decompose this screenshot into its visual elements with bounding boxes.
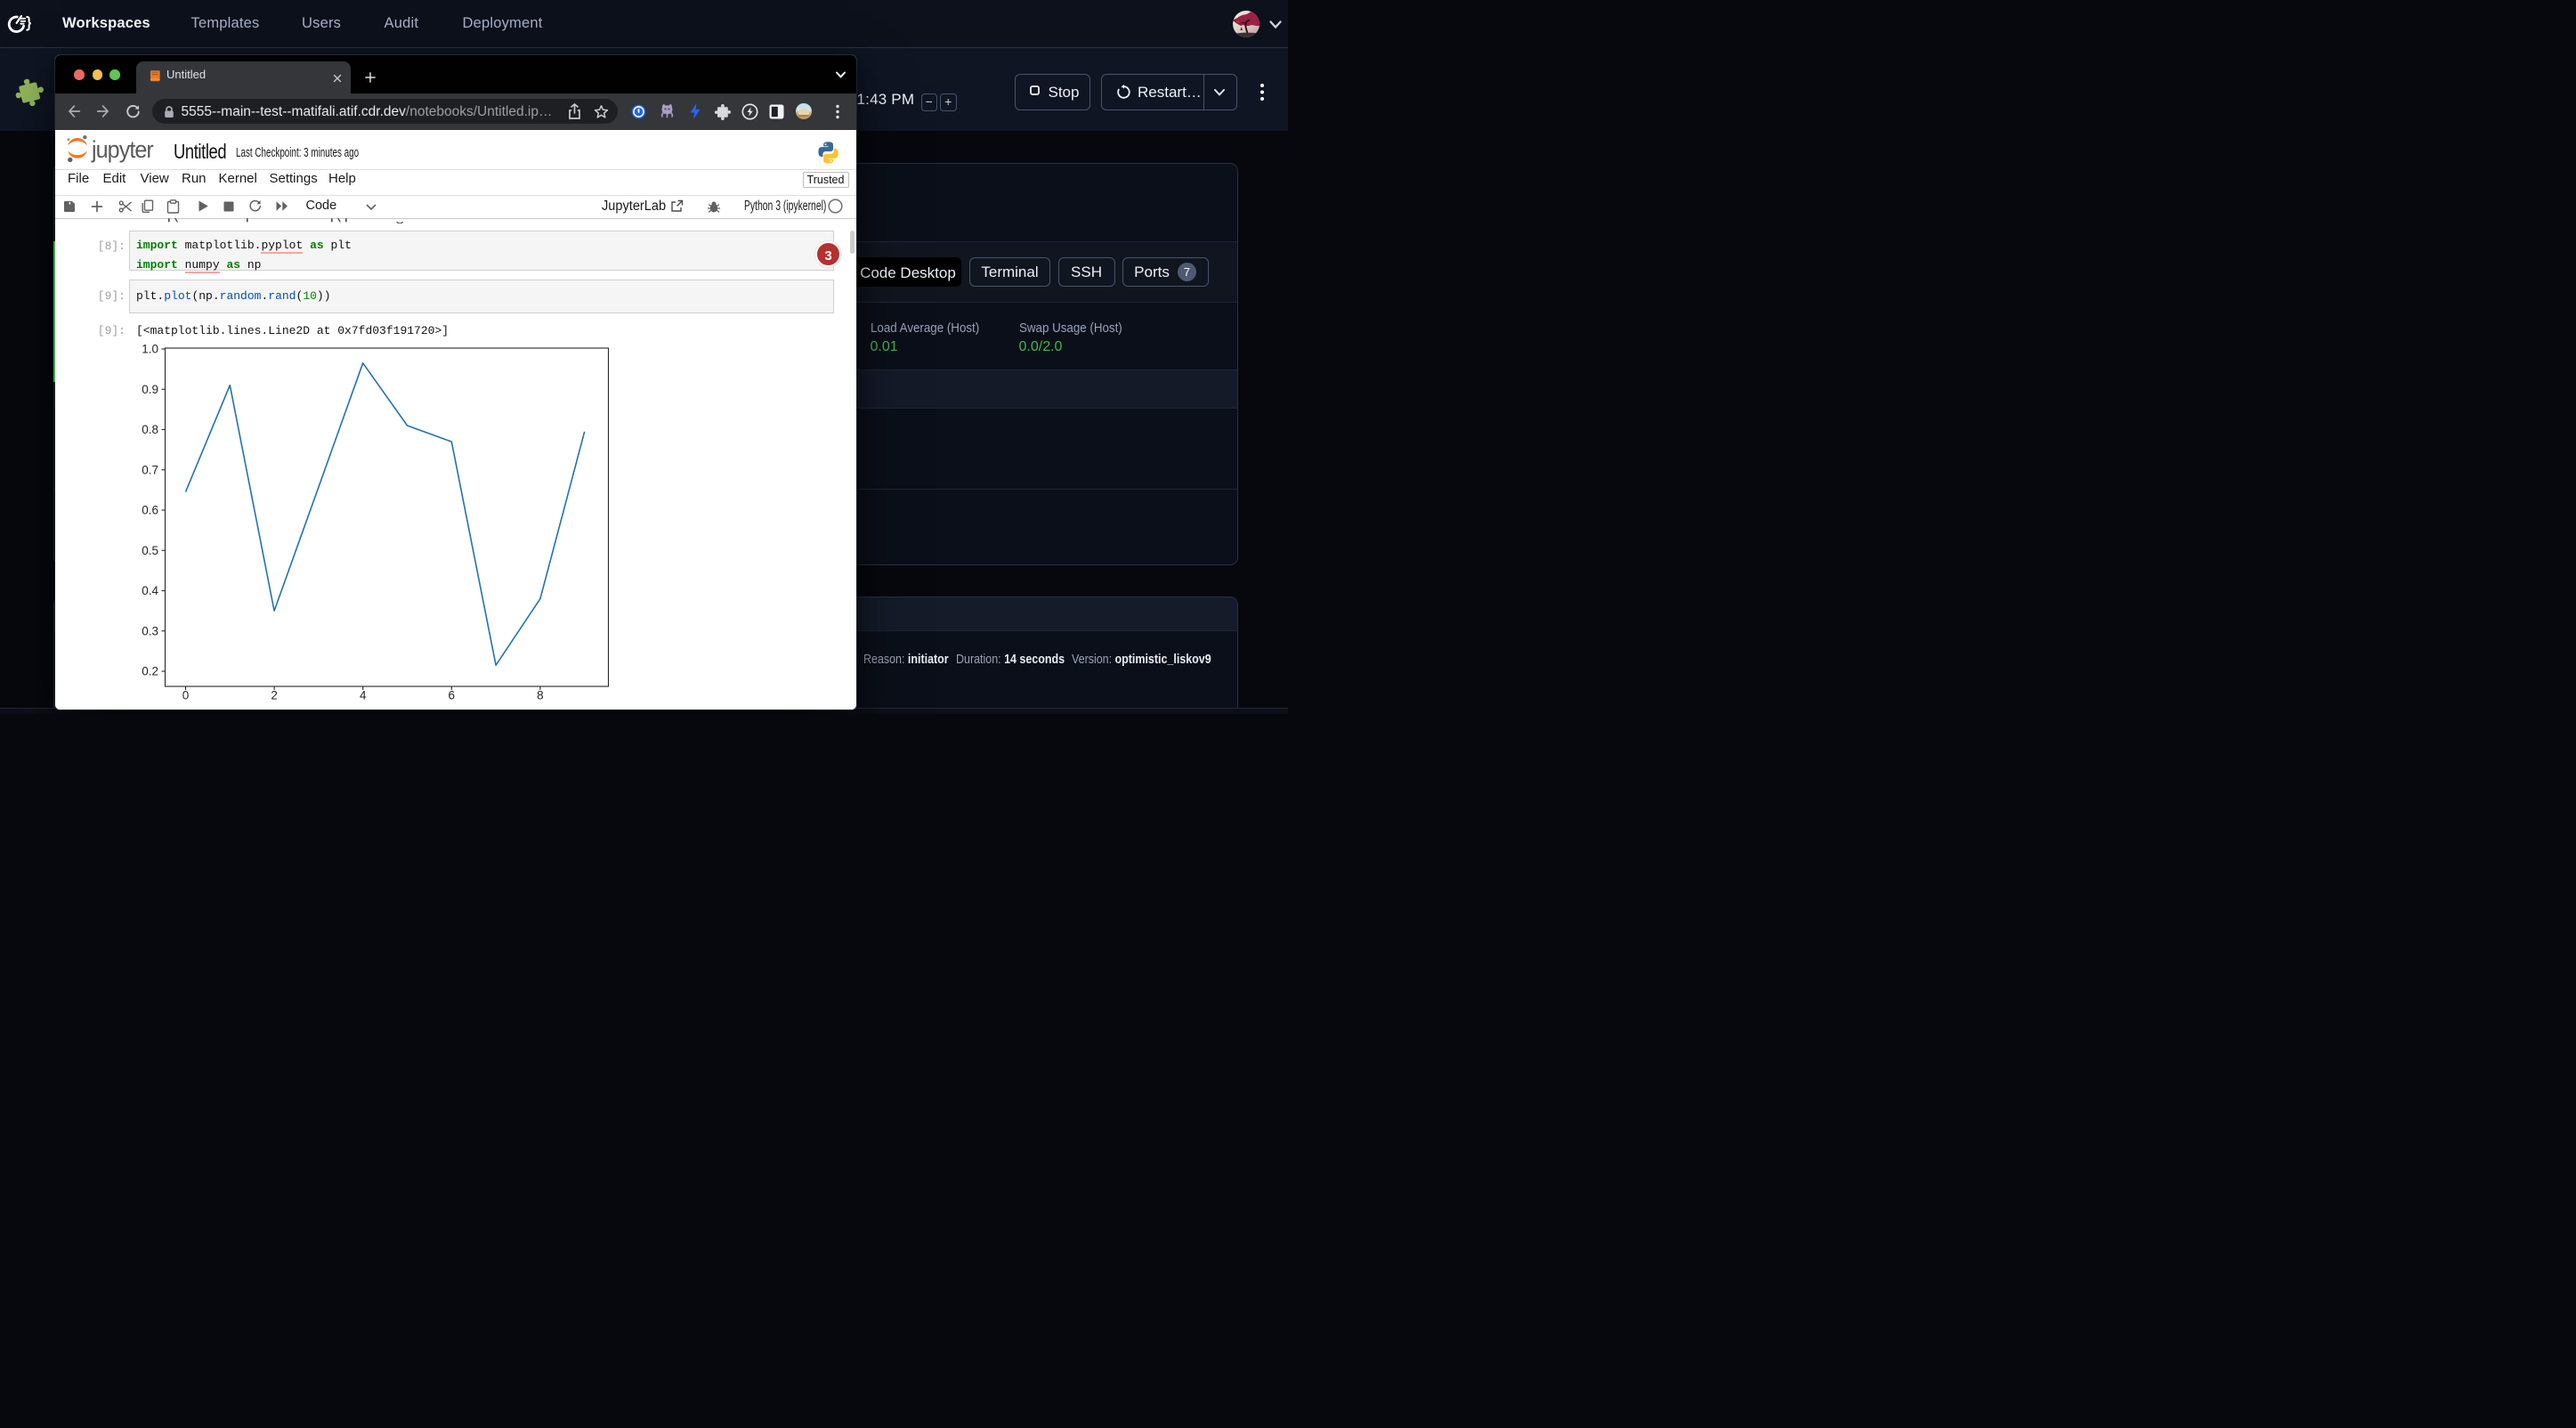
svg-text:0.6: 0.6 xyxy=(142,503,158,516)
svg-text:6: 6 xyxy=(449,688,456,702)
svg-text:0.7: 0.7 xyxy=(142,463,158,476)
svg-text:1.0: 1.0 xyxy=(142,344,158,356)
svg-text:0.2: 0.2 xyxy=(142,664,158,677)
svg-text:4: 4 xyxy=(360,688,367,702)
svg-text:0.3: 0.3 xyxy=(142,624,158,637)
svg-text:8: 8 xyxy=(537,688,544,702)
svg-text:0.9: 0.9 xyxy=(142,382,158,395)
svg-text:2: 2 xyxy=(271,688,278,702)
svg-text:0: 0 xyxy=(182,688,190,702)
svg-text:0.8: 0.8 xyxy=(142,423,158,436)
svg-text:0.5: 0.5 xyxy=(142,543,158,556)
svg-text:0.4: 0.4 xyxy=(142,584,158,597)
